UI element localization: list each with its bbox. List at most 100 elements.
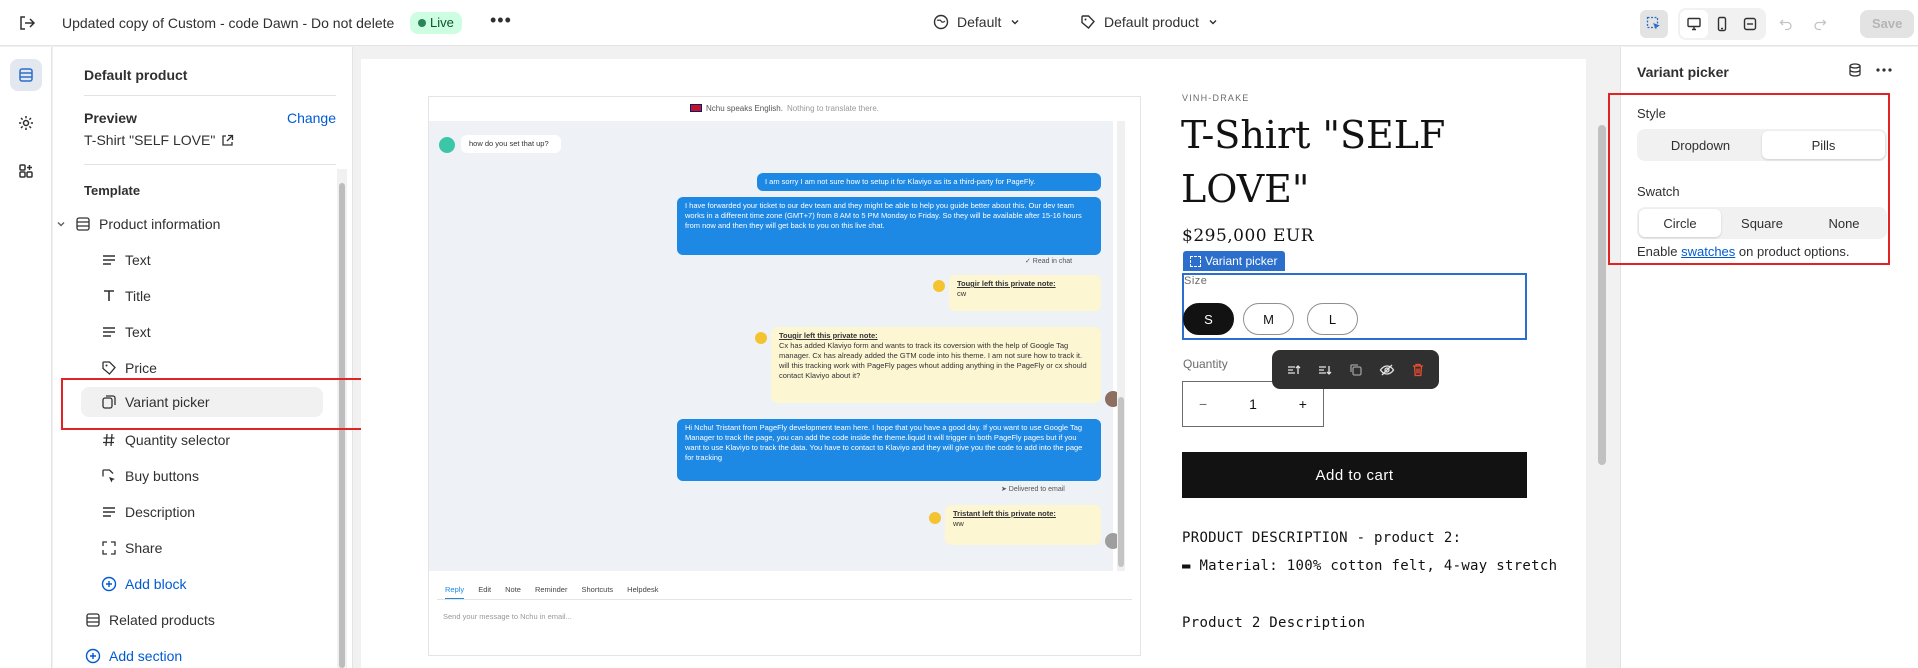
highlight-box (1608, 93, 1890, 265)
preview-product[interactable]: T-Shirt "SELF LOVE" (84, 132, 234, 148)
template-selector-label: Default product (1104, 14, 1199, 30)
preview-scrollbar-thumb[interactable] (1598, 125, 1606, 465)
quantity-increase-button[interactable]: + (1299, 396, 1307, 412)
block-label: Title (125, 288, 151, 304)
theme-selector[interactable]: Default (933, 14, 1021, 30)
variant-picker-selection[interactable] (1182, 273, 1527, 340)
section-icon (76, 217, 90, 231)
sections-panel: Default product Preview Change T-Shirt "… (53, 47, 353, 668)
divider (84, 95, 336, 96)
add-section-button[interactable]: Add section (85, 641, 321, 668)
save-button[interactable]: Save (1860, 10, 1915, 38)
block-text[interactable]: Text (101, 245, 321, 275)
settings-header-actions (1848, 63, 1892, 77)
tab-reply: Reply (445, 585, 465, 599)
add-to-cart-button[interactable]: Add to cart (1182, 452, 1527, 498)
product-vendor: VINH-DRAKE (1182, 93, 1250, 103)
section-label: Related products (109, 612, 215, 628)
undo-icon (1779, 19, 1792, 31)
redo-button[interactable] (1806, 10, 1834, 38)
reply-tabs: Reply Edit Note Reminder Shortcuts Helpd… (445, 585, 658, 599)
reply-input-placeholder: Send your message to Nchu in email... (443, 612, 572, 621)
block-share[interactable]: Share (101, 533, 321, 563)
description-line: ▬ Material: 100% cotton felt, 4-way stre… (1182, 558, 1558, 574)
block-description[interactable]: Description (101, 497, 321, 527)
quantity-value[interactable]: 1 (1249, 396, 1257, 412)
description-line: PRODUCT DESCRIPTION - product 2: (1182, 530, 1462, 546)
note-title: Tougir left this private note: (779, 331, 878, 340)
size-pill-l[interactable]: L (1307, 303, 1358, 335)
live-badge: Live (410, 12, 462, 34)
tab-reminder: Reminder (534, 585, 568, 594)
tab-note: Note (505, 585, 521, 594)
block-text[interactable]: Text (101, 317, 321, 347)
block-buy-buttons[interactable]: Buy buttons (101, 461, 321, 491)
chevron-down-icon (1011, 20, 1019, 25)
translate-line: Nchu speaks English. (706, 103, 783, 113)
theme-settings-nav-button[interactable] (10, 107, 42, 139)
chat-bubble-agent: I have forwarded your ticket to our dev … (677, 197, 1101, 255)
section-label: Product information (99, 216, 221, 232)
redo-icon (1814, 19, 1827, 31)
private-note: Tristant left this private note: ww (945, 505, 1101, 545)
preview-product-name: T-Shirt "SELF LOVE" (84, 132, 216, 148)
change-preview-link[interactable]: Change (287, 110, 336, 126)
note-body: cw (957, 289, 967, 298)
inspector-cursor-icon (1646, 16, 1660, 30)
product-image[interactable]: Nchu speaks English. Nothing to translat… (428, 96, 1141, 656)
nav-rail (0, 47, 52, 668)
more-actions-button[interactable]: ••• (490, 10, 512, 31)
more-horizontal-icon[interactable] (1876, 68, 1892, 72)
price-tag-icon (102, 361, 116, 375)
chevron-down-icon (1209, 20, 1217, 25)
product-price[interactable]: $295,000 EUR (1182, 226, 1314, 246)
inspector-button[interactable] (1640, 10, 1668, 38)
hide-eye-icon[interactable] (1379, 362, 1395, 378)
move-up-icon[interactable] (1286, 362, 1302, 378)
size-pill-m[interactable]: M (1243, 303, 1294, 335)
block-floating-toolbar (1272, 350, 1439, 389)
translate-bar: Nchu speaks English. Nothing to translat… (429, 97, 1140, 119)
share-frame-icon (102, 541, 116, 555)
add-block-button[interactable]: Add block (101, 569, 321, 599)
block-label: Price (125, 360, 157, 376)
product-title[interactable]: T-Shirt "SELF LOVE" (1181, 108, 1511, 216)
chat-bubble-agent: Hi Nchu! Tristant from PageFly developme… (677, 419, 1101, 481)
buy-icon (102, 469, 115, 483)
hash-icon (103, 433, 115, 447)
duplicate-icon[interactable] (1348, 362, 1364, 378)
exit-icon[interactable] (18, 14, 36, 32)
mobile-view-button[interactable] (1708, 10, 1736, 38)
note-icon (933, 280, 945, 292)
text-lines-icon (103, 255, 115, 265)
globe-icon (933, 14, 949, 30)
expand-icon (1743, 17, 1757, 31)
size-pill-s[interactable]: S (1183, 303, 1234, 335)
section-related-products[interactable]: Related products (85, 605, 321, 635)
move-down-icon[interactable] (1317, 362, 1333, 378)
database-icon[interactable] (1848, 63, 1862, 77)
avatar (439, 137, 455, 153)
quantity-decrease-button[interactable]: − (1199, 396, 1207, 412)
block-label: Quantity selector (125, 432, 231, 448)
block-label: Text (125, 324, 151, 340)
description-line: Product 2 Description (1182, 615, 1366, 631)
fullwidth-view-button[interactable] (1736, 10, 1764, 38)
undo-button[interactable] (1772, 10, 1800, 38)
block-title[interactable]: Title (101, 281, 321, 311)
translate-note: Nothing to translate there. (786, 103, 879, 113)
plus-circle-icon (85, 648, 101, 664)
section-product-information[interactable]: Product information (53, 209, 323, 239)
highlight-box (61, 378, 366, 430)
tab-shortcuts: Shortcuts (581, 585, 614, 594)
trash-icon[interactable] (1410, 362, 1426, 378)
variant-picker-tag[interactable]: Variant picker (1183, 251, 1286, 271)
template-selector[interactable]: Default product (1080, 14, 1219, 30)
desktop-view-button[interactable] (1680, 10, 1708, 38)
tag-icon (1081, 15, 1095, 29)
delivered-status: ➤ Delivered to email (1001, 486, 1065, 493)
tab-helpdesk: Helpdesk (627, 585, 659, 594)
sections-nav-button[interactable] (10, 59, 42, 91)
apps-icon (19, 164, 33, 178)
apps-nav-button[interactable] (10, 155, 42, 187)
